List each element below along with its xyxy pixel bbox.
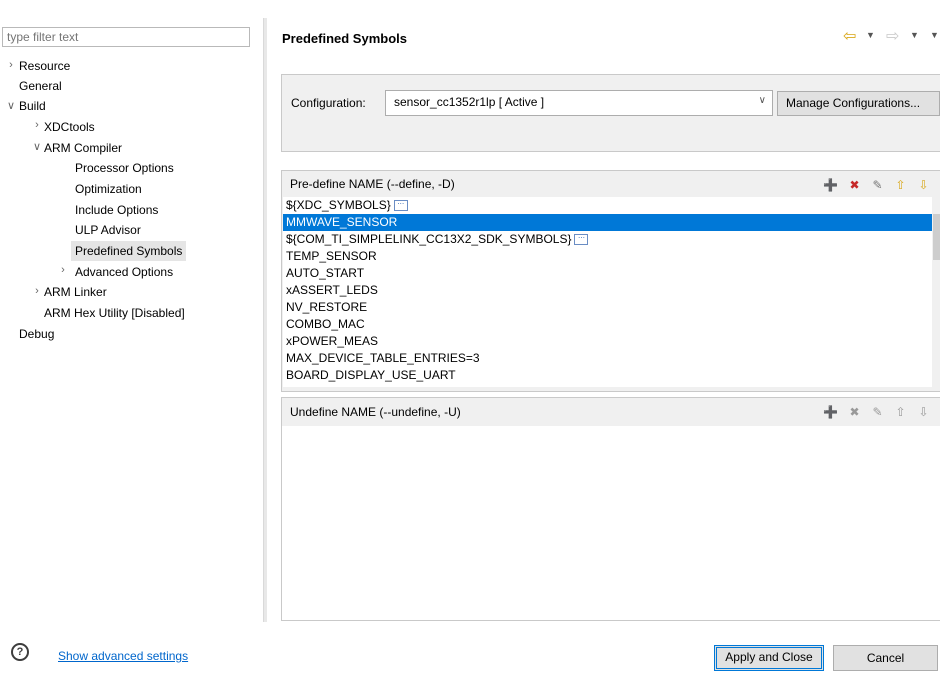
tree-item-arm-compiler[interactable]: ARM Compiler	[44, 138, 122, 158]
delete-icon: ✖	[849, 405, 860, 419]
predefine-title: Pre-define NAME (--define, -D)	[290, 177, 455, 191]
page-title: Predefined Symbols	[282, 31, 407, 46]
manage-configurations-button[interactable]: Manage Configurations...	[777, 91, 940, 116]
tree-item-debug[interactable]: Debug	[19, 324, 54, 344]
tree-item-predefined-symbols[interactable]: Predefined Symbols	[71, 241, 187, 261]
back-arrow-icon[interactable]: ⇦	[843, 26, 856, 46]
filter-input[interactable]	[2, 27, 250, 47]
tree-item-optimization[interactable]: Optimization	[75, 179, 142, 199]
configuration-select[interactable]: sensor_cc1352r1lp [ Active ] ∨	[385, 90, 773, 116]
tree-item-arm-linker[interactable]: ARM Linker	[44, 282, 107, 302]
chevron-down-icon[interactable]: ▼	[910, 30, 919, 40]
tree-item-advanced-options[interactable]: Advanced Options	[75, 262, 173, 282]
list-item[interactable]: COMBO_MAC	[283, 316, 932, 333]
list-item[interactable]: BOARD_DISPLAY_USE_UART	[283, 367, 932, 384]
add-icon[interactable]: ➕	[823, 178, 838, 193]
predefine-list[interactable]: ${XDC_SYMBOLS} ⋯ MMWAVE_SENSOR ${COM_TI_S…	[283, 197, 932, 387]
chevron-right-icon[interactable]: ›	[31, 285, 43, 297]
scrollbar-thumb[interactable]	[933, 214, 940, 260]
forward-arrow-icon[interactable]: ⇨	[886, 26, 899, 46]
edit-icon: ✎	[872, 405, 883, 419]
tree-item-xdctools[interactable]: XDCtools	[44, 117, 95, 137]
window-top-strip	[0, 0, 940, 18]
delete-icon[interactable]: ✖	[847, 178, 862, 193]
add-icon[interactable]: ➕	[823, 405, 838, 420]
chevron-down-icon[interactable]: ▼	[866, 30, 875, 40]
tree-item-build[interactable]: Build	[19, 96, 46, 116]
tree-item-general[interactable]: General	[19, 76, 62, 96]
ellipsis-icon[interactable]: ⋯	[574, 234, 589, 246]
list-item[interactable]: xASSERT_LEDS	[283, 282, 932, 299]
chevron-down-icon: ∨	[758, 95, 766, 106]
tree-item-resource[interactable]: Resource	[19, 56, 70, 76]
list-item[interactable]: xPOWER_MEAS	[283, 333, 932, 350]
move-down-icon[interactable]: ⇩	[916, 178, 931, 193]
ellipsis-icon[interactable]: ⋯	[393, 200, 408, 212]
tree-item-processor-options[interactable]: Processor Options	[75, 158, 174, 178]
undefine-title: Undefine NAME (--undefine, -U)	[290, 405, 461, 419]
chevron-down-icon[interactable]: ∨	[31, 140, 43, 153]
help-icon[interactable]: ?	[11, 643, 29, 661]
list-item[interactable]: MMWAVE_SENSOR	[283, 214, 932, 231]
tree-item-arm-hex-utility[interactable]: ARM Hex Utility [Disabled]	[44, 303, 185, 323]
list-item[interactable]: TEMP_SENSOR	[283, 248, 932, 265]
chevron-right-icon[interactable]: ›	[31, 119, 43, 131]
tree-item-ulp-advisor[interactable]: ULP Advisor	[75, 220, 141, 240]
show-advanced-settings-link[interactable]: Show advanced settings	[58, 649, 188, 663]
move-up-icon[interactable]: ⇧	[893, 178, 908, 193]
list-item[interactable]: AUTO_START	[283, 265, 932, 282]
apply-and-close-button[interactable]: Apply and Close	[714, 645, 824, 671]
configuration-label: Configuration:	[291, 96, 366, 110]
list-item[interactable]: MAX_DEVICE_TABLE_ENTRIES=3	[283, 350, 932, 367]
list-item[interactable]: ${COM_TI_SIMPLELINK_CC13X2_SDK_SYMBOLS} ⋯	[283, 231, 932, 248]
edit-icon[interactable]: ✎	[870, 178, 885, 193]
chevron-right-icon[interactable]: ›	[5, 59, 17, 71]
chevron-right-icon[interactable]: ›	[57, 264, 69, 276]
cancel-button[interactable]: Cancel	[833, 645, 938, 671]
tree-item-include-options[interactable]: Include Options	[75, 200, 158, 220]
view-menu-icon[interactable]: ▼	[930, 30, 939, 40]
list-item[interactable]: ${XDC_SYMBOLS} ⋯	[283, 197, 932, 214]
undefine-group[interactable]	[281, 397, 940, 621]
chevron-down-icon[interactable]: ∨	[5, 99, 17, 112]
list-item[interactable]: NV_RESTORE	[283, 299, 932, 316]
pane-sash[interactable]	[263, 18, 267, 622]
move-up-icon: ⇧	[895, 405, 906, 419]
configuration-value: sensor_cc1352r1lp [ Active ]	[394, 95, 545, 109]
move-down-icon: ⇩	[918, 405, 929, 419]
